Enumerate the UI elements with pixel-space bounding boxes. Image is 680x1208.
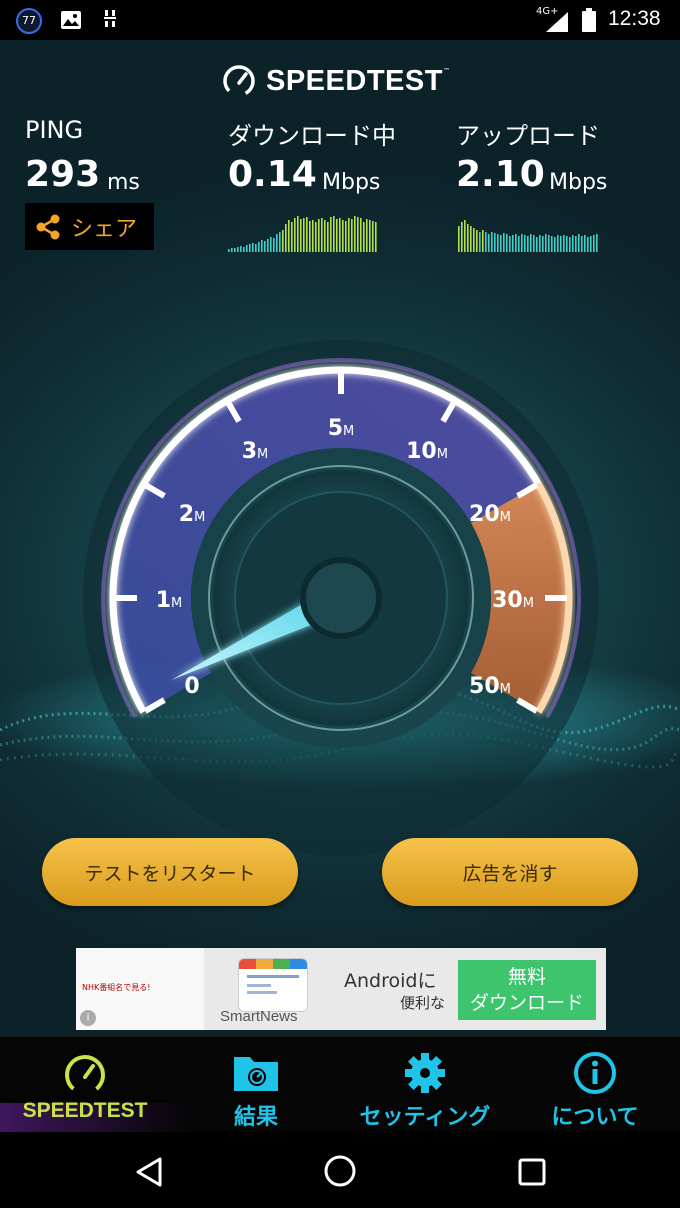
signal-icon <box>546 12 568 32</box>
gear-icon <box>405 1053 445 1093</box>
nav-results-label: 結果 <box>233 1105 278 1130</box>
home-icon[interactable] <box>323 1154 357 1188</box>
image-notification-icon <box>61 11 81 29</box>
nav-speedtest-label: SPEEDTEST <box>22 1099 148 1122</box>
info-icon <box>574 1052 616 1094</box>
speedtest-app: 77 4G+ 12:38 SPEEDTEST ™ PING 293 ms ダウン… <box>0 0 680 1208</box>
ad-info-icon[interactable]: i <box>80 1010 96 1026</box>
nav-about[interactable]: について <box>530 1037 660 1133</box>
notification-badge: 77 <box>16 8 42 34</box>
nav-about-label: について <box>551 1105 639 1130</box>
usb-debug-icon <box>104 10 116 27</box>
ad-subline: 便利な <box>400 994 446 1012</box>
ad-cta-line1: 無料 <box>507 966 546 988</box>
nav-settings[interactable]: セッティング <box>340 1037 510 1133</box>
ad-download-button[interactable]: 無料 ダウンロード <box>458 960 596 1020</box>
ad-cta-line2: ダウンロード <box>469 992 584 1014</box>
main-area: SPEEDTEST ™ PING 293 ms ダウンロード中 0.14 Mbp… <box>0 40 680 1036</box>
nav-results[interactable]: 結果 <box>186 1037 326 1133</box>
nav-speedtest[interactable]: SPEEDTEST <box>0 1037 190 1133</box>
bottom-navigation: SPEEDTEST 結果 セッティング について <box>0 1036 680 1133</box>
back-icon[interactable] <box>134 1156 164 1188</box>
gauge-tick-label: 0 <box>184 674 199 699</box>
results-folder-icon <box>234 1057 278 1091</box>
battery-icon <box>582 8 596 32</box>
ad-side-text: NHK番組名で見る! <box>82 983 151 992</box>
remove-ads-button[interactable]: 広告を消す <box>382 838 638 906</box>
clock: 12:38 <box>608 7 661 30</box>
restart-test-button[interactable]: テストをリスタート <box>42 838 298 906</box>
speedometer-icon <box>65 1055 105 1095</box>
ad-headline: Androidに <box>344 970 437 992</box>
smartnews-app-icon <box>238 958 308 1012</box>
system-navigation-bar <box>0 1132 680 1208</box>
recents-icon[interactable] <box>517 1157 547 1187</box>
status-bar: 77 4G+ 12:38 <box>0 0 680 40</box>
ad-banner[interactable]: NHK番組名で見る! i SmartNews Androidに 便利な 無料 ダ… <box>76 948 606 1030</box>
ad-brand: SmartNews <box>220 1008 298 1025</box>
nav-settings-label: セッティング <box>359 1105 491 1130</box>
